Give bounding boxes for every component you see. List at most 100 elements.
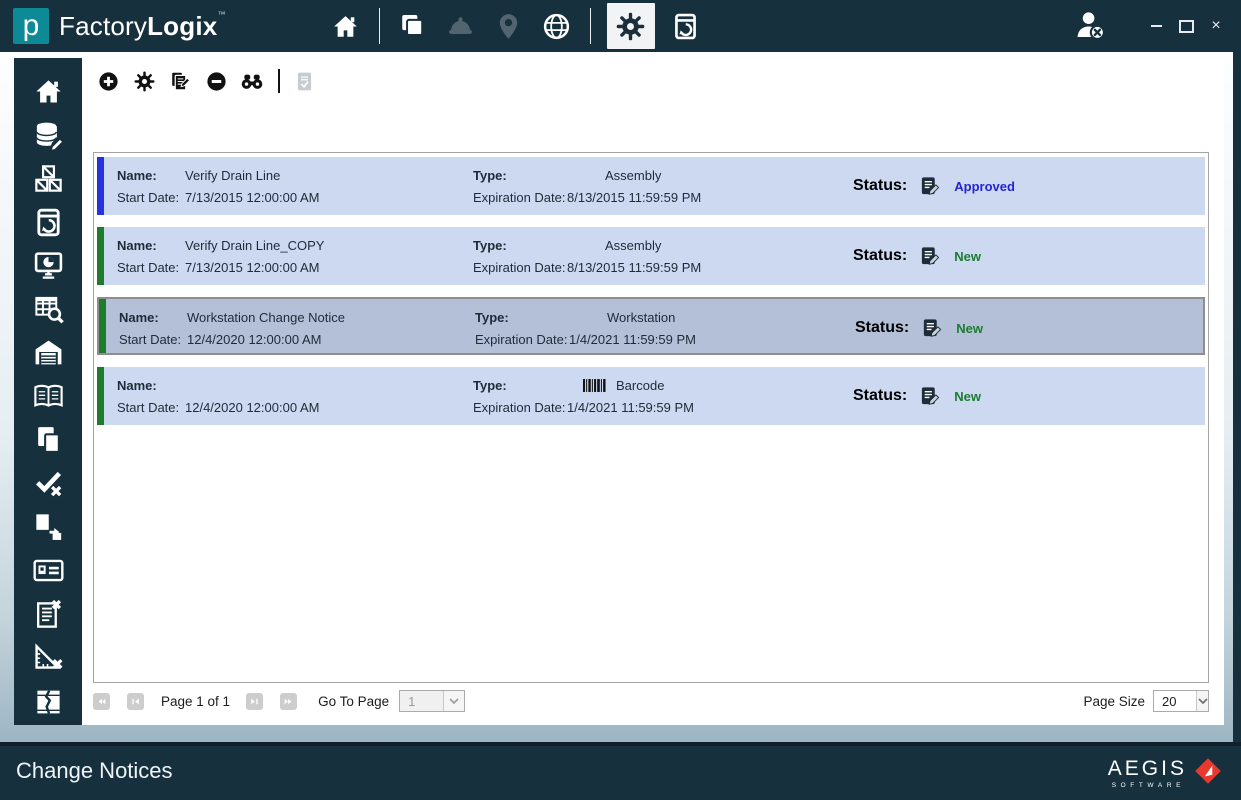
page-size-value: 20 bbox=[1162, 693, 1177, 709]
status-document-icon bbox=[919, 246, 940, 267]
documents-icon[interactable] bbox=[396, 9, 430, 43]
type-column: Type: Assembly Expiration Date: 8/13/2015 … bbox=[473, 164, 853, 208]
topbar-icon-group bbox=[322, 3, 710, 49]
prev-page-button bbox=[127, 692, 144, 710]
notice-name: Verify Drain Line_COPY bbox=[185, 237, 325, 253]
pagination-right: Page Size 20 bbox=[1083, 690, 1209, 712]
sidebar-item-documents-copy-icon[interactable] bbox=[28, 420, 68, 459]
notice-name: Verify Drain Line bbox=[185, 167, 281, 183]
status-column: Status: New bbox=[853, 234, 1205, 278]
aegis-brand-subtitle: SOFTWARE bbox=[1111, 782, 1186, 789]
sidebar-item-list-x-icon[interactable] bbox=[28, 594, 68, 633]
type-column: Type: Barcode Expiration Date: 1/4/2021 11… bbox=[473, 374, 853, 418]
home-icon[interactable] bbox=[329, 9, 363, 43]
minimize-button[interactable] bbox=[1145, 15, 1167, 37]
sidebar-item-id-card-icon[interactable] bbox=[28, 551, 68, 590]
page-size-label: Page Size bbox=[1083, 693, 1145, 709]
pagination-bar: Page 1 of 1 Go To Page 1 Page Size 20 bbox=[93, 685, 1209, 717]
start-date-label: Start Date: bbox=[117, 399, 180, 415]
type-label: Type: bbox=[473, 377, 507, 393]
change-notice-row[interactable]: Name: Verify Drain Line_COPY Start Date: 7… bbox=[97, 227, 1205, 285]
expiration-date-label: Expiration Date: bbox=[473, 399, 566, 415]
sidebar-item-warehouse-icon[interactable] bbox=[28, 333, 68, 372]
change-notice-list: Name: Verify Drain Line Start Date: 7/13/2… bbox=[93, 152, 1209, 683]
row-accent-bar bbox=[97, 227, 104, 285]
type-label: Type: bbox=[473, 167, 507, 183]
notice-status: New bbox=[954, 248, 981, 264]
notice-start-date: 12/4/2020 12:00:00 AM bbox=[187, 331, 322, 347]
sidebar-item-materials-boxes-icon[interactable] bbox=[28, 159, 68, 198]
row-accent-bar bbox=[99, 299, 106, 353]
row-body: Name: Workstation Change Notice Start Dat… bbox=[106, 299, 1203, 353]
aegis-logo: AEGIS SOFTWARE bbox=[1108, 754, 1225, 793]
status-document-icon bbox=[921, 318, 942, 339]
remove-circle-button[interactable] bbox=[204, 69, 228, 93]
sidebar-item-dashboard-monitor-icon[interactable] bbox=[28, 246, 68, 285]
status-label: Status: bbox=[853, 387, 908, 404]
copy-edit-button[interactable] bbox=[168, 69, 192, 93]
location-pin-icon bbox=[492, 9, 526, 43]
brand-logix: Logix bbox=[147, 11, 218, 41]
expiration-date-label: Expiration Date: bbox=[473, 259, 566, 275]
row-body: Name: Verify Drain Line Start Date: 7/13/2… bbox=[104, 157, 1205, 215]
binoculars-button[interactable] bbox=[240, 69, 264, 93]
sidebar-item-revision-book-icon[interactable] bbox=[28, 203, 68, 242]
backup-book-icon[interactable] bbox=[669, 9, 703, 43]
maximize-icon bbox=[1178, 19, 1194, 33]
sidebar-item-transfer-doc-icon[interactable] bbox=[28, 507, 68, 546]
notice-status: Approved bbox=[954, 178, 1015, 194]
close-icon: × bbox=[1211, 17, 1221, 34]
change-notice-row[interactable]: Name: Start Date: 12/4/2020 12:00:00 AM T… bbox=[97, 367, 1205, 425]
sidebar-item-check-x-icon[interactable] bbox=[28, 464, 68, 503]
goto-page-label: Go To Page bbox=[318, 693, 390, 709]
gear-button[interactable] bbox=[132, 69, 156, 93]
page-indicator: Page 1 of 1 bbox=[161, 693, 231, 709]
sidebar-item-home-icon[interactable] bbox=[28, 72, 68, 111]
notice-type: Assembly bbox=[605, 167, 662, 183]
chevron-down-icon bbox=[1196, 691, 1208, 711]
type-column: Type: Workstation Expiration Date: 1/4/202… bbox=[475, 306, 855, 350]
footer-title: Change Notices bbox=[16, 758, 173, 783]
goto-page-value: 1 bbox=[408, 693, 416, 709]
toolbar bbox=[96, 68, 328, 94]
name-column: Name: Workstation Change Notice Start Dat… bbox=[119, 306, 475, 350]
user-logout-icon[interactable] bbox=[1073, 8, 1109, 44]
notice-status: New bbox=[956, 320, 983, 336]
notice-name: Workstation Change Notice bbox=[187, 309, 346, 325]
sidebar-item-damaged-box-icon[interactable] bbox=[28, 681, 68, 720]
sidebar-item-ruler-x-icon[interactable] bbox=[28, 638, 68, 677]
add-circle-button[interactable] bbox=[96, 69, 120, 93]
toolbar-separator bbox=[278, 69, 280, 93]
pagination-left: Page 1 of 1 Go To Page 1 bbox=[93, 690, 466, 712]
brand-factory: Factory bbox=[59, 11, 148, 41]
expiration-date-label: Expiration Date: bbox=[475, 331, 568, 347]
status-document-icon bbox=[919, 176, 940, 197]
goto-page-select[interactable]: 1 bbox=[399, 690, 466, 712]
start-date-label: Start Date: bbox=[117, 259, 180, 275]
topbar-separator bbox=[589, 8, 591, 44]
close-button[interactable]: × bbox=[1205, 15, 1227, 37]
globe-icon[interactable] bbox=[540, 9, 574, 43]
sidebar-item-database-edit-icon[interactable] bbox=[28, 116, 68, 155]
name-label: Name: bbox=[117, 377, 157, 393]
sidebar-item-table-search-icon[interactable] bbox=[28, 290, 68, 329]
first-page-button bbox=[93, 692, 110, 710]
name-column: Name: Start Date: 12/4/2020 12:00:00 AM bbox=[117, 374, 473, 418]
notice-type: Barcode bbox=[616, 377, 665, 393]
change-notice-row[interactable]: Name: Verify Drain Line Start Date: 7/13/2… bbox=[97, 157, 1205, 215]
sidebar-item-open-book-icon[interactable] bbox=[28, 377, 68, 416]
hardhat-icon bbox=[444, 9, 478, 43]
notice-expiration-date: 1/4/2021 11:59:59 PM bbox=[567, 399, 694, 415]
row-body: Name: Verify Drain Line_COPY Start Date: 7… bbox=[104, 227, 1205, 285]
topbar-right-group: × bbox=[1073, 0, 1227, 52]
next-page-button bbox=[246, 692, 264, 710]
last-page-button bbox=[280, 692, 298, 710]
maximize-button[interactable] bbox=[1175, 15, 1197, 37]
page-size-select[interactable]: 20 bbox=[1153, 690, 1209, 712]
gear-icon[interactable] bbox=[606, 3, 655, 49]
approve-doc-button bbox=[292, 69, 316, 93]
status-column: Status: New bbox=[855, 306, 1203, 350]
start-date-label: Start Date: bbox=[119, 331, 182, 347]
row-accent-bar bbox=[97, 157, 104, 215]
change-notice-row[interactable]: Name: Workstation Change Notice Start Dat… bbox=[97, 297, 1205, 355]
